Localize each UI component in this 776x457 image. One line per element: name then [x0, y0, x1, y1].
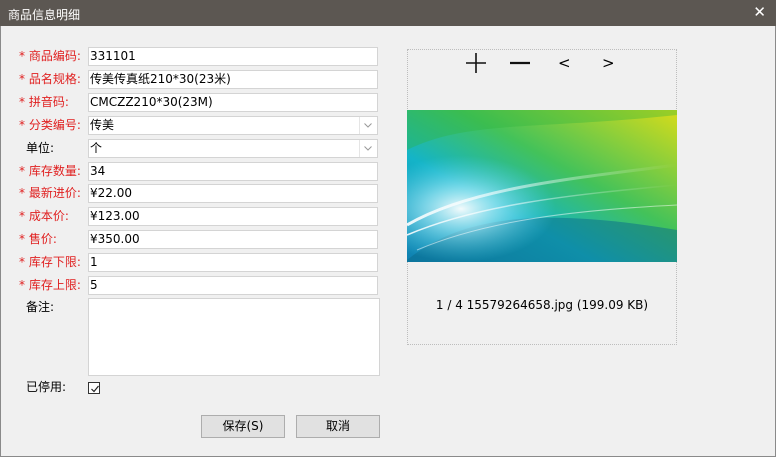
unit-label: 单位: [26, 141, 55, 155]
pinyin-label: * 拼音码: [19, 92, 69, 112]
zoom-in-icon[interactable] [465, 52, 487, 76]
title-bar: 商品信息明细 ✕ [0, 0, 776, 26]
name-spec-label-text: 品名规格: [28, 72, 81, 86]
stock-max-label: * 库存上限: [19, 275, 81, 295]
pinyin-label-text: 拼音码: [28, 95, 69, 109]
unit-value: 个 [90, 141, 103, 155]
code-label: * 商品编码: [19, 46, 81, 66]
remark-label: 备注: [26, 300, 55, 314]
product-image [407, 110, 677, 262]
required-mark: * [19, 255, 25, 269]
sale-price-label-text: 售价: [28, 232, 57, 246]
required-mark: * [19, 232, 25, 246]
cost-price-label: * 成本价: [19, 206, 69, 226]
stock-qty-label: * 库存数量: [19, 161, 81, 181]
stock-qty-label-text: 库存数量: [28, 164, 81, 178]
chevron-down-icon[interactable] [359, 117, 377, 134]
required-mark: * [19, 49, 25, 63]
chevron-down-icon[interactable] [359, 140, 377, 157]
sale-price-field[interactable]: ¥350.00 [88, 230, 378, 249]
required-mark: * [19, 186, 25, 200]
code-field[interactable]: 331101 [88, 47, 378, 66]
stock-qty-field[interactable]: 34 [88, 162, 378, 181]
required-mark: * [19, 118, 25, 132]
required-mark: * [19, 72, 25, 86]
category-value: 传美 [90, 118, 115, 132]
pinyin-field[interactable]: CMCZZ210*30(23M) [88, 93, 378, 112]
required-mark: * [19, 209, 25, 223]
zoom-out-icon[interactable] [509, 52, 531, 76]
remark-textarea[interactable] [88, 298, 380, 376]
cost-price-field[interactable]: ¥123.00 [88, 207, 378, 226]
next-image-icon[interactable]: > [602, 52, 615, 76]
check-icon [91, 385, 99, 393]
stock-min-field[interactable]: 1 [88, 253, 378, 272]
close-icon[interactable]: ✕ [753, 3, 766, 21]
stock-min-label: * 库存下限: [19, 252, 81, 272]
stock-max-label-text: 库存上限: [28, 278, 81, 292]
required-mark: * [19, 164, 25, 178]
stock-max-field[interactable]: 5 [88, 276, 378, 295]
name-spec-field[interactable]: 传美传真纸210*30(23米) [88, 70, 378, 89]
window-title: 商品信息明细 [8, 8, 81, 22]
image-caption: 1 / 4 15579264658.jpg (199.09 KB) [435, 298, 649, 312]
stock-min-label-text: 库存下限: [28, 255, 81, 269]
name-spec-label: * 品名规格: [19, 69, 81, 89]
disabled-checkbox[interactable] [88, 382, 100, 394]
cancel-button[interactable]: 取消 [296, 415, 380, 438]
cost-price-label-text: 成本价: [28, 209, 69, 223]
disabled-label: 已停用: [26, 380, 67, 394]
previous-image-icon[interactable]: < [558, 52, 571, 76]
sale-price-label: * 售价: [19, 229, 57, 249]
latest-price-label-text: 最新进价: [28, 186, 81, 200]
required-mark: * [19, 278, 25, 292]
save-button[interactable]: 保存(S) [201, 415, 285, 438]
latest-price-field[interactable]: ¥22.00 [88, 184, 378, 203]
category-label: * 分类编号: [19, 115, 81, 135]
category-select[interactable]: 传美 [88, 116, 378, 135]
unit-select[interactable]: 个 [88, 139, 378, 158]
required-mark: * [19, 95, 25, 109]
latest-price-label: * 最新进价: [19, 183, 81, 203]
category-label-text: 分类编号: [28, 118, 81, 132]
code-label-text: 商品编码: [28, 49, 81, 63]
